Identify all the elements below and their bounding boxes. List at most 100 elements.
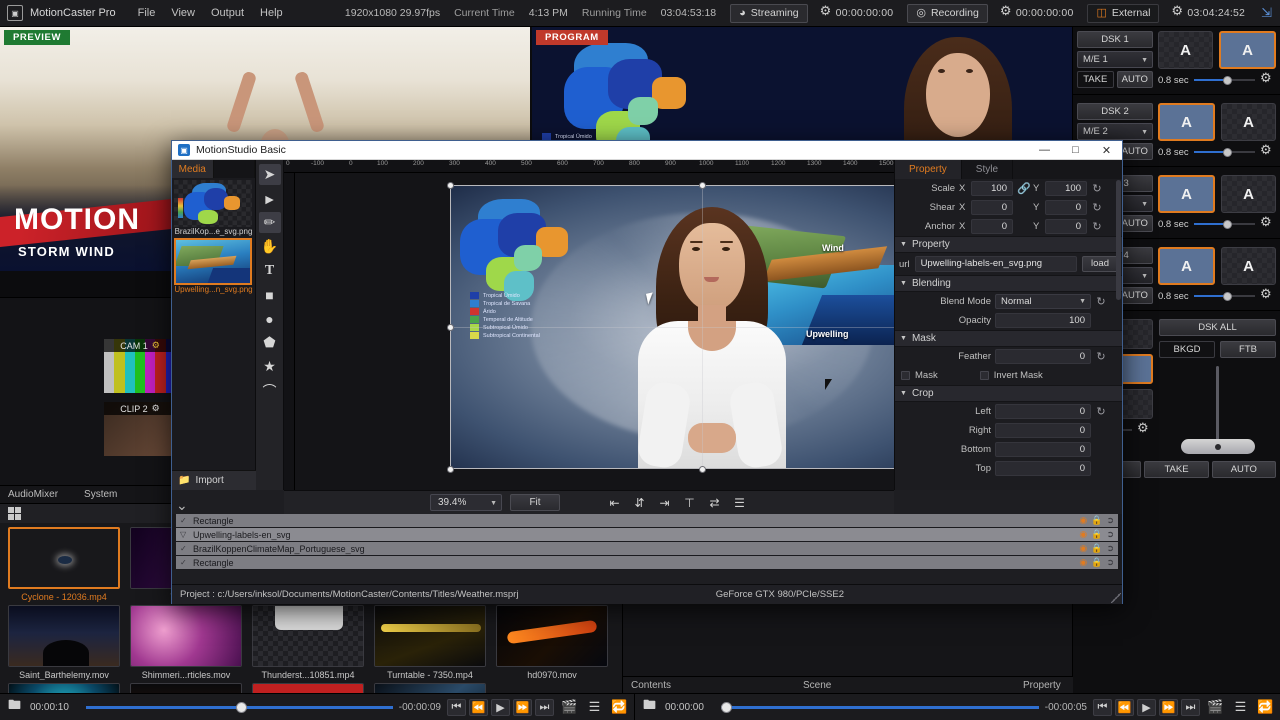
layer-expand-icon[interactable]: ✓ (180, 558, 188, 567)
transport-right-seekbar[interactable] (721, 700, 1039, 714)
tab-scene[interactable]: Scene (803, 680, 831, 691)
anchor-x-input[interactable]: 0 (971, 219, 1013, 234)
text-tool-icon[interactable]: T (259, 260, 281, 281)
step-forward-icon[interactable]: ⏩ (513, 698, 532, 716)
minimize-button[interactable]: — (1029, 141, 1060, 160)
eye-icon[interactable]: ◉ (1079, 515, 1087, 526)
align-middle-icon[interactable]: ⇄ (706, 494, 723, 511)
transport-left-seekbar[interactable] (86, 700, 393, 714)
clip2-source[interactable]: CLIP 2 ⚙ (104, 402, 176, 456)
select-arrow-icon[interactable]: ➤ (258, 164, 281, 185)
reset-icon[interactable]: ↻ (1091, 201, 1103, 214)
gear-icon[interactable]: ⚙ (152, 340, 160, 351)
gear-icon[interactable] (1260, 71, 1272, 86)
play-icon[interactable]: ▶ (491, 698, 510, 716)
invert-mask-checkbox[interactable]: Invert Mask (979, 370, 1043, 381)
opacity-input[interactable]: 100 (995, 313, 1091, 328)
maximize-button[interactable]: □ (1060, 141, 1091, 160)
import-button[interactable]: 📁 Import (172, 470, 256, 490)
playlist-icon[interactable]: ☰ (585, 699, 604, 716)
dialog-media-item-upwelling[interactable]: Upwelling...n_svg.png (174, 238, 253, 294)
dsk1-a-right[interactable]: A (1219, 31, 1276, 69)
media-item-cyclone[interactable]: Cyclone - 12036.mp4 (8, 527, 120, 602)
gear-icon[interactable] (1137, 421, 1149, 436)
rectangle-tool-icon[interactable]: ■ (259, 284, 281, 305)
tab-style[interactable]: Style (962, 160, 1014, 179)
streaming-gear-icon[interactable] (820, 4, 832, 19)
play-icon[interactable]: ▶ (1137, 698, 1156, 716)
table-row[interactable]: ✓ BrazilKoppenClimateMap_Portuguese_svg … (176, 542, 1118, 555)
chevron-double-down-icon[interactable]: ⌄ (176, 497, 188, 514)
fit-button[interactable]: Fit (510, 494, 560, 511)
dsk2-duration-slider[interactable] (1193, 146, 1255, 158)
lock-icon[interactable]: 🔒 (1091, 515, 1102, 526)
tab-audiomixer[interactable]: AudioMixer (8, 489, 58, 500)
gear-icon[interactable] (1260, 287, 1272, 302)
menu-help[interactable]: Help (260, 7, 283, 19)
external-gear-icon[interactable] (1171, 4, 1183, 19)
dsk1-auto-button[interactable]: AUTO (1116, 71, 1153, 88)
url-input[interactable]: Upwelling-labels-en_svg.png (914, 256, 1077, 272)
skip-forward-icon[interactable]: ⏭ (535, 698, 554, 716)
reset-icon[interactable]: ↻ (1095, 350, 1107, 363)
cam1-source[interactable]: CAM 1 ⚙ (104, 339, 176, 393)
tab-contents[interactable]: Contents (631, 680, 671, 691)
zoom-level-select[interactable]: 39.4% (430, 494, 502, 511)
eye-icon[interactable]: ◉ (1079, 529, 1087, 540)
tab-media[interactable]: Media (172, 160, 214, 178)
dsk-all-button[interactable]: DSK ALL (1159, 319, 1276, 336)
canvas-area[interactable]: 0 -100 0 100 200 300 400 500 600 700 800… (284, 160, 894, 490)
lock-icon[interactable]: 🔒 (1091, 543, 1102, 554)
crop-top-input[interactable]: 0 (995, 461, 1091, 476)
link-icon[interactable]: 🔗 (1017, 182, 1031, 195)
align-bottom-icon[interactable]: ☰ (731, 494, 748, 511)
layer-expand-icon[interactable]: ▽ (180, 530, 188, 539)
expand-icon[interactable]: ⇲ (1261, 5, 1272, 21)
ellipse-tool-icon[interactable]: ● (259, 308, 281, 329)
menu-view[interactable]: View (171, 7, 195, 19)
feather-input[interactable]: 0 (995, 349, 1091, 364)
loop-icon[interactable]: 🔁 (1256, 699, 1275, 716)
align-left-icon[interactable]: ⇤ (606, 494, 623, 511)
star-tool-icon[interactable]: ★ (259, 356, 281, 377)
skip-back-icon[interactable]: ⏮ (447, 698, 466, 716)
dsk3-a-right[interactable]: A (1221, 175, 1276, 213)
master-take[interactable]: TAKE (1144, 461, 1209, 478)
dialog-media-item-brazil[interactable]: BrazilKop...e_svg.png (174, 180, 253, 236)
section-blending[interactable]: ▼ Blending (895, 275, 1122, 292)
recording-gear-icon[interactable] (1000, 4, 1012, 19)
polygon-tool-icon[interactable]: ⬟ (259, 332, 281, 353)
skip-forward-icon[interactable]: ⏭ (1181, 698, 1200, 716)
step-forward-icon[interactable]: ⏩ (1159, 698, 1178, 716)
dsk2-me-select[interactable]: M/E 2 (1077, 123, 1153, 140)
hand-icon[interactable]: ✋ (259, 236, 281, 257)
clapper-icon[interactable]: 🎬 (560, 699, 579, 716)
section-crop[interactable]: ▼ Crop (895, 385, 1122, 402)
close-button[interactable]: ✕ (1091, 141, 1122, 160)
tab-system[interactable]: System (84, 489, 117, 500)
arc-tool-icon[interactable]: ⌒ (259, 380, 281, 401)
external-button[interactable]: ◫ External (1087, 3, 1160, 23)
dialog-titlebar[interactable]: ▣ MotionStudio Basic — □ ✕ (172, 141, 1122, 160)
step-back-icon[interactable]: ⏪ (1115, 698, 1134, 716)
menu-file[interactable]: File (138, 7, 156, 19)
dsk4-a-left[interactable]: A (1158, 247, 1215, 285)
export-icon[interactable]: ➲ (1106, 515, 1114, 526)
tab-property[interactable]: Property (1023, 680, 1061, 691)
dsk1-duration-slider[interactable] (1193, 74, 1255, 86)
skip-back-icon[interactable]: ⏮ (1093, 698, 1112, 716)
blend-mode-select[interactable]: Normal (995, 294, 1091, 309)
pen-icon[interactable]: ✏ (258, 212, 281, 233)
tab-media-empty[interactable] (213, 160, 255, 178)
gear-icon[interactable]: ⚙ (152, 403, 160, 414)
property-scrollbar[interactable] (1116, 180, 1121, 300)
anchor-y-input[interactable]: 0 (1045, 219, 1087, 234)
section-property[interactable]: ▼ Property (895, 236, 1122, 253)
tab-property[interactable]: Property (895, 160, 962, 179)
dsk3-duration-slider[interactable] (1193, 218, 1255, 230)
ftb-button[interactable]: FTB (1220, 341, 1276, 358)
export-icon[interactable]: ➲ (1106, 543, 1114, 554)
layer-expand-icon[interactable]: ✓ (180, 516, 188, 525)
canvas-stage[interactable]: Tropical Úmido Tropical de Savana Árido … (295, 173, 894, 490)
align-right-icon[interactable]: ⇥ (656, 494, 673, 511)
